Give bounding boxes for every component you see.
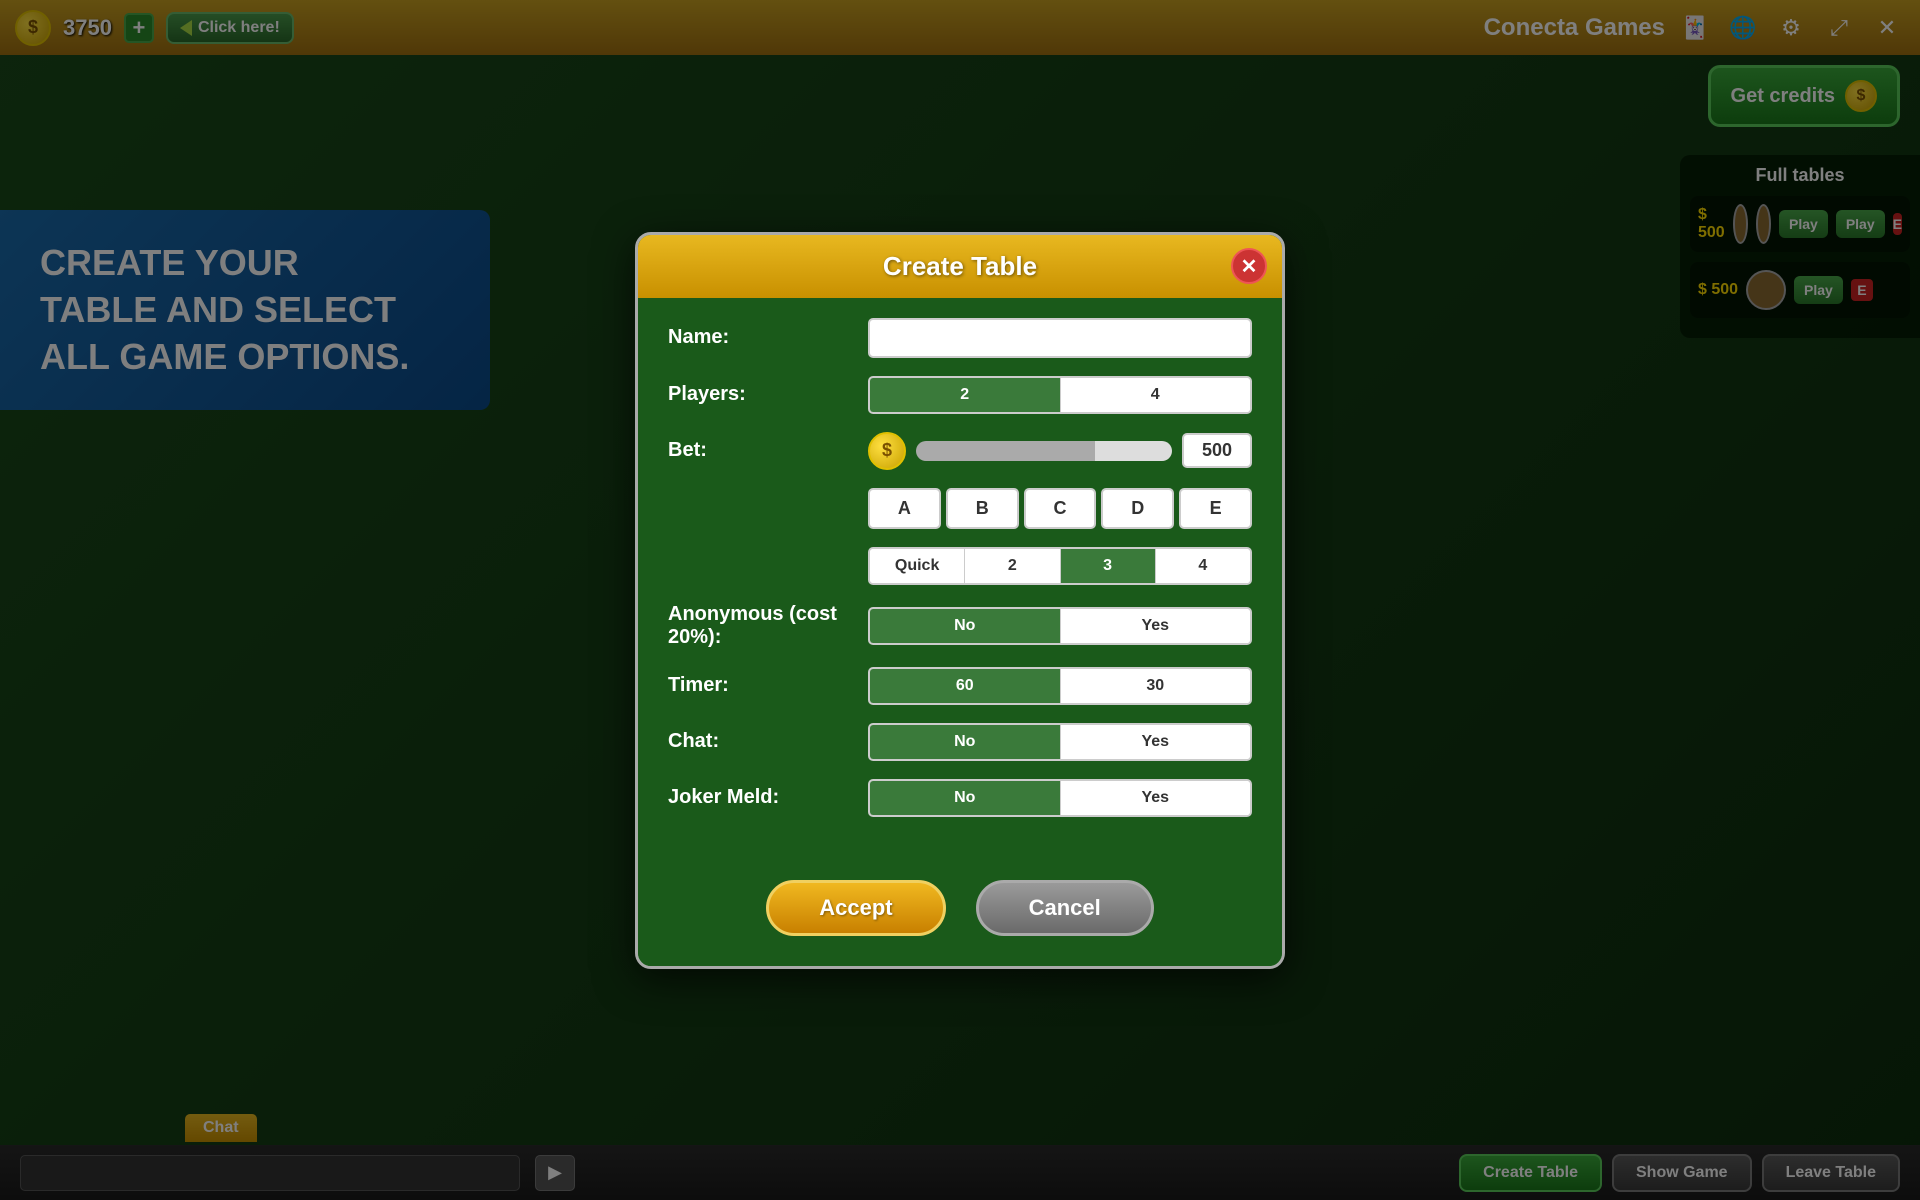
- modal-header: Create Table ✕: [638, 235, 1282, 298]
- chat-yes-button[interactable]: Yes: [1061, 725, 1251, 759]
- level-buttons-group: A B C D E: [868, 488, 1252, 529]
- quick-row: Quick 2 3 4: [668, 547, 1252, 585]
- quick-4-button[interactable]: 4: [1156, 549, 1250, 583]
- bet-value: 500: [1182, 433, 1252, 468]
- joker-meld-no-button[interactable]: No: [870, 781, 1061, 815]
- modal-close-button[interactable]: ✕: [1231, 248, 1267, 284]
- bet-row: Bet: $ 500: [668, 432, 1252, 470]
- timer-row: Timer: 60 30: [668, 667, 1252, 705]
- players-2-button[interactable]: 2: [870, 378, 1061, 412]
- quick-2-button[interactable]: 2: [965, 549, 1060, 583]
- name-row: Name:: [668, 318, 1252, 358]
- modal-title: Create Table: [883, 251, 1037, 282]
- level-row: A B C D E: [668, 488, 1252, 529]
- quick-segmented: Quick 2 3 4: [868, 547, 1252, 585]
- name-label: Name:: [668, 326, 868, 349]
- bet-coin-icon: $: [868, 432, 906, 470]
- players-row: Players: 2 4: [668, 376, 1252, 414]
- bet-slider[interactable]: [916, 441, 1172, 461]
- quick-label-button[interactable]: Quick: [870, 549, 965, 583]
- joker-meld-row: Joker Meld: No Yes: [668, 779, 1252, 817]
- chat-row: Chat: No Yes: [668, 723, 1252, 761]
- joker-meld-label: Joker Meld:: [668, 786, 868, 809]
- timer-segmented: 60 30: [868, 667, 1252, 705]
- timer-30-button[interactable]: 30: [1061, 669, 1251, 703]
- bet-control: $ 500: [868, 432, 1252, 470]
- players-segmented: 2 4: [868, 376, 1252, 414]
- joker-meld-control: No Yes: [868, 779, 1252, 817]
- bet-slider-row: $ 500: [868, 432, 1252, 470]
- bet-label: Bet:: [668, 439, 868, 462]
- joker-meld-yes-button[interactable]: Yes: [1061, 781, 1251, 815]
- cancel-button[interactable]: Cancel: [976, 880, 1154, 936]
- name-control: [868, 318, 1252, 358]
- anonymous-yes-button[interactable]: Yes: [1061, 609, 1251, 643]
- timer-control: 60 30: [868, 667, 1252, 705]
- level-c-button[interactable]: C: [1024, 488, 1097, 529]
- anonymous-label: Anonymous (cost 20%):: [668, 603, 868, 649]
- chat-segmented: No Yes: [868, 723, 1252, 761]
- players-4-button[interactable]: 4: [1061, 378, 1251, 412]
- name-input[interactable]: [868, 318, 1252, 358]
- anonymous-row: Anonymous (cost 20%): No Yes: [668, 603, 1252, 649]
- chat-control: No Yes: [868, 723, 1252, 761]
- joker-meld-segmented: No Yes: [868, 779, 1252, 817]
- quick-control: Quick 2 3 4: [868, 547, 1252, 585]
- level-a-button[interactable]: A: [868, 488, 941, 529]
- anonymous-segmented: No Yes: [868, 607, 1252, 645]
- level-b-button[interactable]: B: [946, 488, 1019, 529]
- timer-60-button[interactable]: 60: [870, 669, 1061, 703]
- chat-label-field: Chat:: [668, 730, 868, 753]
- modal-body: Name: Players: 2 4 Bet:: [638, 298, 1282, 855]
- timer-label: Timer:: [668, 674, 868, 697]
- anonymous-no-button[interactable]: No: [870, 609, 1061, 643]
- quick-3-button[interactable]: 3: [1061, 549, 1156, 583]
- players-label: Players:: [668, 383, 868, 406]
- level-d-button[interactable]: D: [1101, 488, 1174, 529]
- level-e-button[interactable]: E: [1179, 488, 1252, 529]
- create-table-modal: Create Table ✕ Name: Players: 2 4: [635, 232, 1285, 969]
- modal-footer: Accept Cancel: [638, 855, 1282, 966]
- players-control: 2 4: [868, 376, 1252, 414]
- chat-no-button[interactable]: No: [870, 725, 1061, 759]
- accept-button[interactable]: Accept: [766, 880, 945, 936]
- anonymous-control: No Yes: [868, 607, 1252, 645]
- level-control: A B C D E: [868, 488, 1252, 529]
- modal-overlay: Create Table ✕ Name: Players: 2 4: [0, 0, 1920, 1200]
